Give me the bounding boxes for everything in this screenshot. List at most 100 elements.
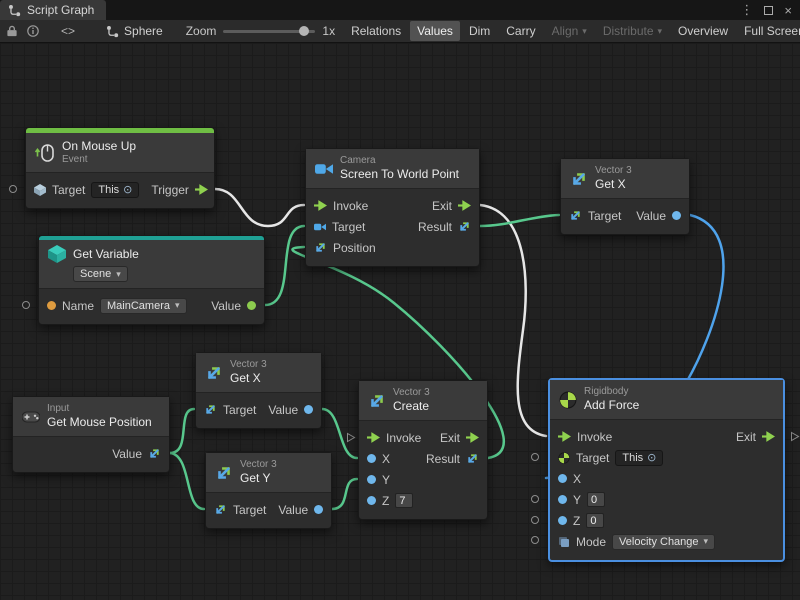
node-get-variable[interactable]: Get Variable Scene ▾ Name MainCamera ▾ V… <box>38 235 265 325</box>
wire-exit-to-addforce-invoke[interactable] <box>480 205 546 436</box>
window-maximize-icon[interactable] <box>764 6 773 15</box>
node-header: Vector 3 Get Y <box>206 453 331 493</box>
flow-out-port[interactable] <box>458 200 471 211</box>
y-port-label: Y <box>573 493 581 507</box>
wire-trigger-to-invoke[interactable] <box>215 189 304 226</box>
object-out-port[interactable] <box>247 301 256 310</box>
camera-port-icon[interactable] <box>314 221 326 233</box>
target-self-chip[interactable]: This ⊙ <box>615 450 663 466</box>
float-in-port[interactable] <box>558 474 567 483</box>
node-title: On Mouse Up <box>62 139 136 154</box>
float-out-port[interactable] <box>672 211 681 220</box>
node-get-y[interactable]: Vector 3 Get Y Target Value <box>205 452 332 529</box>
node-screen-to-world-point[interactable]: Camera Screen To World Point Invoke Exit… <box>305 148 480 267</box>
vector3-icon <box>368 392 386 410</box>
force-mode-dropdown[interactable]: Velocity Change ▾ <box>612 534 715 550</box>
vector3-out-port[interactable] <box>148 447 161 460</box>
lock-icon[interactable] <box>6 22 18 40</box>
node-category: Vector 3 <box>230 359 267 371</box>
wire-mousepos-to-gety[interactable] <box>170 453 204 509</box>
node-row: Value <box>13 443 169 464</box>
node-on-mouse-up[interactable]: On Mouse Up Event Target This ⊙ Trigger <box>25 127 215 209</box>
relations-button[interactable]: Relations <box>344 21 408 41</box>
zoom-slider[interactable] <box>223 24 315 38</box>
target-self-chip[interactable]: This ⊙ <box>91 182 139 198</box>
wire-mousepos-to-getx[interactable] <box>170 409 194 453</box>
graph-asset-icon <box>106 25 119 38</box>
float-out-port[interactable] <box>314 505 323 514</box>
rigidbody-icon <box>559 391 577 409</box>
graph-toolbar: <> Sphere Zoom 1x Relations Values Dim C… <box>0 20 800 43</box>
target-port-label: Target <box>576 451 609 465</box>
carry-button[interactable]: Carry <box>499 21 542 41</box>
z-value-field[interactable] <box>586 513 604 528</box>
graph-breadcrumb[interactable]: Sphere <box>106 24 163 38</box>
z-value-field[interactable] <box>395 493 413 508</box>
flow-in-port[interactable] <box>367 432 380 443</box>
node-get-x-mid[interactable]: Vector 3 Get X Target Value <box>195 352 322 429</box>
values-button[interactable]: Values <box>410 21 460 41</box>
flow-out-port[interactable] <box>466 432 479 443</box>
target-port-label: Target <box>332 220 365 234</box>
float-in-port[interactable] <box>367 475 376 484</box>
zoom-control: Zoom 1x <box>186 24 335 38</box>
float-in-port[interactable] <box>558 495 567 504</box>
result-port-label: Result <box>426 452 460 466</box>
node-get-x-top[interactable]: Vector 3 Get X Target Value <box>560 158 690 235</box>
distribute-button[interactable]: Distribute ▾ <box>596 21 669 41</box>
dim-button[interactable]: Dim <box>462 21 497 41</box>
float-in-port[interactable] <box>367 454 376 463</box>
align-button[interactable]: Align ▾ <box>545 21 594 41</box>
flow-in-port[interactable] <box>314 200 327 211</box>
float-out-port[interactable] <box>304 405 313 414</box>
float-in-port[interactable] <box>558 516 567 525</box>
window-controls: ⋮ × <box>740 0 792 20</box>
wire-variable-to-target[interactable] <box>265 226 304 305</box>
wire-gety-to-create-y[interactable] <box>332 479 357 509</box>
zoom-slider-handle[interactable] <box>299 26 309 36</box>
node-category: Input <box>47 403 152 415</box>
vector3-in-port[interactable] <box>214 503 227 516</box>
vector3-in-port[interactable] <box>204 403 217 416</box>
y-value-field[interactable] <box>587 492 605 507</box>
full-screen-button[interactable]: Full Screen <box>737 21 800 41</box>
vector3-in-port[interactable] <box>314 241 327 254</box>
flow-out-port[interactable] <box>762 431 775 442</box>
tab-title: Script Graph <box>27 3 94 17</box>
flow-out-port[interactable] <box>195 184 208 195</box>
node-category: Camera <box>340 155 459 167</box>
node-title: Create <box>393 399 430 414</box>
gameobject-port-icon[interactable] <box>34 184 46 196</box>
invoke-port-label: Invoke <box>386 431 421 445</box>
overview-button[interactable]: Overview <box>671 21 735 41</box>
rigidbody-port-icon[interactable] <box>558 452 570 464</box>
window-close-icon[interactable]: × <box>784 3 792 18</box>
code-view-icon[interactable]: <> <box>61 24 75 38</box>
string-port[interactable] <box>47 301 56 310</box>
vector3-out-port[interactable] <box>466 452 479 465</box>
vector3-out-port[interactable] <box>458 220 471 233</box>
node-row: Invoke Exit <box>550 426 783 447</box>
script-graph-icon <box>8 4 21 17</box>
enum-port-icon[interactable] <box>558 536 570 548</box>
window-menu-icon[interactable]: ⋮ <box>740 2 753 18</box>
node-header: Vector 3 Create <box>359 381 487 421</box>
tab-script-graph[interactable]: Script Graph <box>0 0 106 20</box>
node-get-mouse-position[interactable]: Input Get Mouse Position Value <box>12 396 170 473</box>
node-title: Get Mouse Position <box>47 415 152 430</box>
inspector-info-icon[interactable] <box>27 22 39 40</box>
vector3-in-port[interactable] <box>569 209 582 222</box>
variable-name-dropdown[interactable]: MainCamera ▾ <box>100 298 187 314</box>
variable-scope-dropdown[interactable]: Scene ▾ <box>73 266 128 282</box>
breadcrumb-object-name: Sphere <box>124 24 163 38</box>
node-row: Y <box>359 469 487 490</box>
wire-result-to-getx-target[interactable] <box>480 215 559 226</box>
node-vector3-create[interactable]: Vector 3 Create Invoke Exit X Result <box>358 380 488 520</box>
flow-in-port[interactable] <box>558 431 571 442</box>
node-title: Get X <box>595 177 632 192</box>
node-row: Invoke Exit <box>306 195 479 216</box>
toolbar-buttons: Relations Values Dim Carry Align ▾ Distr… <box>344 21 800 41</box>
unconnected-port-indicator <box>22 301 30 309</box>
float-in-port[interactable] <box>367 496 376 505</box>
node-add-force[interactable]: Rigidbody Add Force Invoke Exit Target T… <box>548 378 785 562</box>
